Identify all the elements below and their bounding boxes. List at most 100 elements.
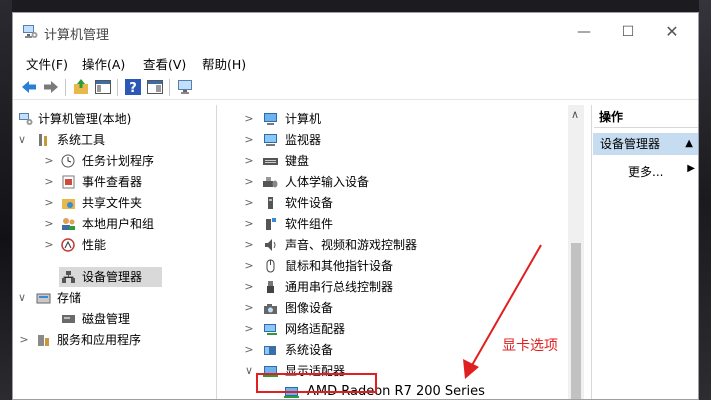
network-adapter-icon [264,324,277,335]
users-icon [62,218,75,230]
tree-item-system-tools[interactable]: ∨ 系统工具 [13,130,213,150]
svg-text:?: ? [129,81,137,96]
device-item-label: 通用串行总线控制器 [285,280,394,294]
tree-item-label: 磁盘管理 [82,312,131,326]
chevron-right-icon[interactable]: > [244,298,254,318]
computer-management-window: 计算机管理 — ☐ ✕ 文件(F) 操作(A) 查看(V) 帮助(H) ? 计算… [12,12,699,400]
tree-item-label: 任务计划程序 [82,154,155,168]
computer-management-icon [19,113,33,125]
chevron-right-icon[interactable]: > [44,214,54,234]
monitor-icon[interactable] [176,78,194,96]
scroll-up-icon[interactable]: ∧ [571,108,579,121]
chevron-right-icon[interactable]: > [244,151,254,171]
tree-item-event-viewer[interactable]: > 事件查看器 [13,172,213,192]
device-item-label: 系统设备 [285,343,334,357]
device-item-label: 鼠标和其他指针设备 [285,259,394,273]
tree-item-performance[interactable]: > 性能 [13,235,213,255]
device-item-software-devices[interactable]: > 软件设备 [220,193,560,213]
chevron-right-icon[interactable]: > [244,130,254,150]
window-title: 计算机管理 [44,28,110,43]
device-item-hid[interactable]: > 人体学输入设备 [220,172,560,192]
chevron-right-icon[interactable]: > [44,172,54,192]
tree-item-task-scheduler[interactable]: > 任务计划程序 [13,151,213,171]
device-item-label: 人体学输入设备 [285,175,370,189]
menu-help[interactable]: 帮助(H) [202,54,246,73]
chevron-down-icon[interactable]: ∨ [17,130,27,150]
chevron-right-icon[interactable]: > [244,193,254,213]
actions-more-link[interactable]: 更多... [628,163,663,180]
hid-icon [263,177,278,188]
title-bar[interactable]: 计算机管理 — ☐ ✕ [13,13,698,51]
collapse-arrow-icon[interactable]: ▲ [685,133,693,155]
chevron-right-icon[interactable]: > [244,172,254,192]
tree-item-local-users-groups[interactable]: > 本地用户和组 [13,214,213,234]
minimize-button[interactable]: — [570,20,598,44]
chevron-down-icon[interactable]: ∨ [244,361,254,381]
chevron-right-icon[interactable]: > [19,330,29,350]
close-button[interactable]: ✕ [658,20,686,44]
system-device-icon [264,346,276,355]
menu-view[interactable]: 查看(V) [143,54,186,73]
services-icon [38,335,49,346]
properties-icon[interactable] [146,78,164,96]
scrollbar-thumb[interactable] [571,243,581,399]
chevron-right-icon[interactable]: > [244,256,254,276]
chevron-right-icon[interactable]: > [244,109,254,129]
menu-file[interactable]: 文件(F) [26,54,68,73]
desktop-background-left [0,0,12,400]
monitor-icon [264,134,277,146]
tree-item-services-applications[interactable]: > 服务和应用程序 [13,330,213,350]
keyboard-icon [263,158,278,165]
more-arrow-icon[interactable]: ▶ [687,163,695,174]
tree-item-device-manager[interactable]: 设备管理器 [13,267,213,287]
device-item-monitor[interactable]: > 监视器 [220,130,560,150]
show-hide-tree-icon[interactable] [94,78,112,96]
actions-group-label: 设备管理器 [600,137,661,151]
tree-item-label: 设备管理器 [82,270,143,284]
device-item-software-components[interactable]: > 软件组件 [220,214,560,234]
menu-bar: 文件(F) 操作(A) 查看(V) 帮助(H) [13,51,698,73]
chevron-right-icon[interactable]: > [244,235,254,255]
menu-action[interactable]: 操作(A) [82,54,125,73]
chevron-right-icon[interactable]: > [44,151,54,171]
event-viewer-icon [62,175,75,189]
chevron-right-icon[interactable]: > [244,277,254,297]
device-item-label: 软件设备 [285,196,334,210]
device-item-keyboard[interactable]: > 键盘 [220,151,560,171]
chevron-right-icon[interactable]: > [244,319,254,339]
maximize-button[interactable]: ☐ [614,20,642,44]
help-icon[interactable]: ? [124,78,142,96]
software-device-icon [268,197,273,209]
device-item-label: 声音、视频和游戏控制器 [285,238,418,252]
tree-item-shared-folders[interactable]: > 共享文件夹 [13,193,213,213]
tree-item-label: 事件查看器 [82,175,143,189]
chevron-right-icon[interactable]: > [44,235,54,255]
shared-folder-icon [62,199,75,209]
back-arrow-icon[interactable] [20,78,38,96]
mouse-icon [266,259,275,273]
forward-arrow-icon[interactable] [42,78,60,96]
tree-item-disk-management[interactable]: 磁盘管理 [13,309,213,329]
device-item-label: 键盘 [285,154,310,168]
up-folder-icon[interactable] [72,78,90,96]
clock-icon [61,154,75,168]
toolbar-separator [117,79,118,96]
tree-root[interactable]: 计算机管理(本地) [13,109,213,129]
computer-management-icon [23,25,38,38]
device-item-computer[interactable]: > 计算机 [220,109,560,129]
disk-icon [62,315,75,323]
chevron-right-icon[interactable]: > [244,214,254,234]
vertical-scrollbar[interactable]: ∧ [568,105,584,399]
actions-group-device-manager[interactable]: 设备管理器 ▲ [593,133,698,155]
chevron-right-icon[interactable]: > [244,340,254,360]
tree-item-label: 服务和应用程序 [57,333,142,347]
tree-item-storage[interactable]: ∨ 存储 [13,288,213,308]
actions-pane: 操作 设备管理器 ▲ 更多... ▶ [591,105,698,399]
chevron-right-icon[interactable]: > [44,193,54,213]
navigation-tree: 计算机管理(本地) ∨ 系统工具 > 任务计划程序 > 事件查看器 > 共享文件… [13,105,217,399]
device-manager-icon [62,271,75,283]
software-component-icon [266,218,276,230]
speaker-icon [265,239,276,251]
chevron-down-icon[interactable]: ∨ [17,288,27,308]
storage-icon [36,293,51,304]
